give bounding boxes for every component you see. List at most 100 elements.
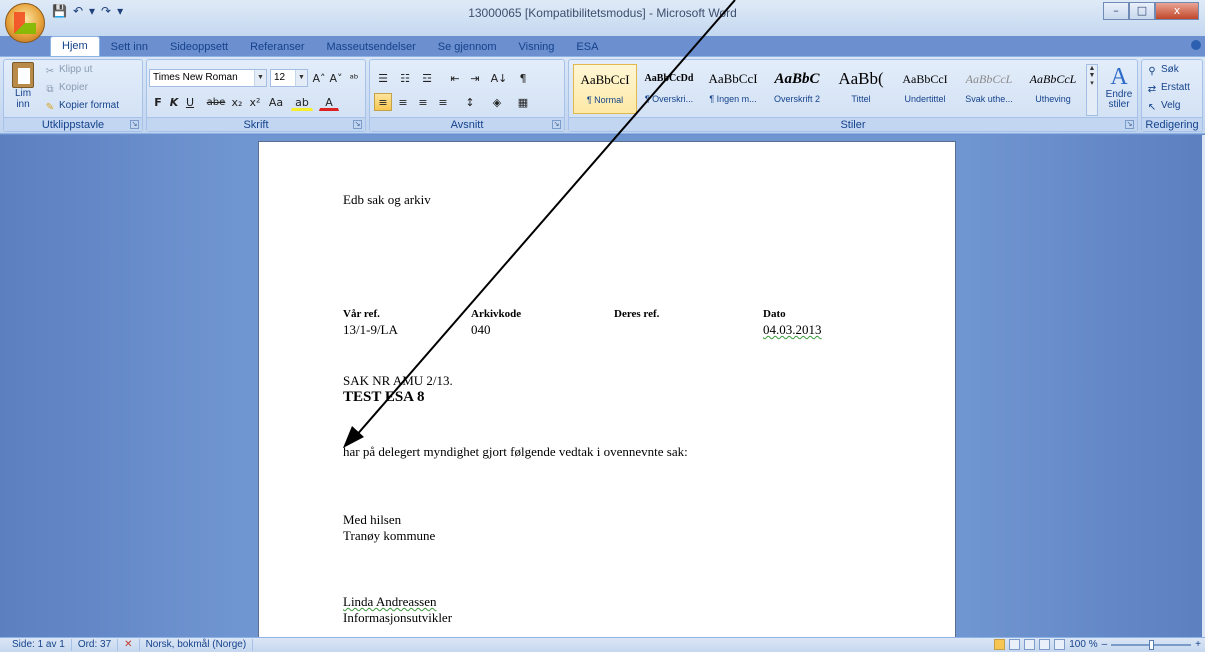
style-subtitle[interactable]: AaBbCcI Undertittel [893,64,957,114]
select-button[interactable]: ↖ Velg [1146,100,1181,114]
change-case-button[interactable]: Aa [265,93,287,111]
font-launcher-icon[interactable]: ↘ [353,120,362,129]
line-spacing-button[interactable]: ↕ [460,93,480,111]
chevron-down-icon: ▼ [254,70,266,86]
copy-button[interactable]: ⧉ Kopier [44,82,87,96]
show-marks-button[interactable]: ¶ [514,69,532,87]
zoom-slider-thumb[interactable] [1149,639,1155,650]
draft-view-icon[interactable] [1054,639,1066,650]
style-normal[interactable]: AaBbCcI ¶ Normal [573,64,637,114]
increase-indent-button[interactable]: ⇥ [466,69,484,87]
help-icon[interactable] [1191,40,1201,50]
zoom-out-button[interactable]: – [1102,639,1108,650]
find-button[interactable]: ⚲ Søk [1146,64,1178,78]
superscript-button[interactable]: x² [247,93,263,111]
outline-view-icon[interactable] [1039,639,1051,650]
maximize-button[interactable]: □ [1129,2,1155,20]
copy-icon: ⧉ [46,84,54,95]
change-styles-button[interactable]: A Endre stiler [1102,64,1136,110]
signer-title: Informasjonsutvikler [343,610,453,625]
minimize-button[interactable]: – [1103,2,1129,20]
style-subtle-emphasis[interactable]: AaBbCcL Svak uthe... [957,64,1021,114]
style-heading-2[interactable]: AaBbC Overskrift 2 [765,64,829,114]
language-status[interactable]: Norsk, bokmål (Norge) [140,639,254,651]
bullets-button[interactable]: ☰ [374,69,392,87]
proofing-icon[interactable]: ✕ [118,639,140,651]
grow-font-button[interactable]: A˄ [311,69,327,87]
align-center-button[interactable]: ≡ [394,93,412,111]
binoculars-icon: ⚲ [1148,66,1156,77]
borders-button[interactable]: ▦ [512,93,534,111]
highlight-button[interactable]: ab [291,93,313,111]
font-name-combo[interactable]: Times New Roman ▼ [149,69,267,87]
subscript-button[interactable]: x₂ [229,93,245,111]
style-sample: AaBbCcI [580,72,630,87]
font-size-combo[interactable]: 12 ▼ [270,69,308,87]
paragraph-launcher-icon[interactable]: ↘ [552,120,561,129]
replace-button[interactable]: ⇄ Erstatt [1146,82,1190,96]
italic-button[interactable]: K [167,93,181,111]
clipboard-launcher-icon[interactable]: ↘ [130,120,139,129]
justify-button[interactable]: ≡ [434,93,452,111]
document-area[interactable]: Edb sak og arkiv Vår ref. 13/1-9/LA Arki… [0,135,1205,637]
zoom-level[interactable]: 100 % [1069,639,1097,650]
page-count[interactable]: Side: 1 av 1 [6,639,72,651]
style-sample: AaBbCcI [902,72,948,86]
tab-visning[interactable]: Visning [508,38,566,56]
tab-referanser[interactable]: Referanser [239,38,315,56]
close-button[interactable]: x [1155,2,1199,20]
arkivkode-label: Arkivkode [471,308,522,320]
numbering-button[interactable]: ☷ [396,69,414,87]
tab-sideoppsett[interactable]: Sideoppsett [159,38,239,56]
clear-format-button[interactable]: ᵃᵇ [345,69,363,87]
align-left-button[interactable]: ≡ [374,93,392,111]
tab-esa[interactable]: ESA [565,38,609,56]
style-name: ¶ Normal [586,95,624,105]
print-layout-view-icon[interactable] [994,639,1006,650]
format-painter-button[interactable]: ✎ Kopier format [44,100,119,114]
style-sample: AaBbC [774,71,820,87]
shading-button[interactable]: ◈ [486,93,508,111]
document-page[interactable]: Edb sak og arkiv Vår ref. 13/1-9/LA Arki… [258,141,956,637]
style-title[interactable]: AaBb( Tittel [829,64,893,114]
style-name: Svak uthe... [965,94,1013,104]
zoom-slider[interactable] [1111,639,1192,650]
strikethrough-button[interactable]: abe [205,93,227,111]
office-button[interactable] [5,3,45,43]
editing-group-label: Redigering [1142,117,1202,131]
zoom-in-button[interactable]: + [1195,639,1201,650]
clipboard-group-label: Utklippstavle [4,117,142,131]
body-text: har på delegert myndighet gjort følgende… [343,444,688,459]
change-styles-label-2: stiler [1108,99,1130,110]
decrease-indent-button[interactable]: ⇤ [446,69,464,87]
word-count[interactable]: Ord: 37 [72,639,119,651]
full-screen-view-icon[interactable] [1009,639,1021,650]
tab-masseutsendelser[interactable]: Masseutsendelser [316,38,427,56]
style-sample: AaBbCcL [1029,72,1077,86]
tab-sett-inn[interactable]: Sett inn [100,38,159,56]
align-right-button[interactable]: ≡ [414,93,432,111]
styles-launcher-icon[interactable]: ↘ [1125,120,1134,129]
style-name: ¶ Overskri... [644,94,694,104]
window-title: 13000065 [Kompatibilitetsmodus] - Micros… [468,6,737,20]
var-ref-value: 13/1-9/LA [343,322,398,337]
style-emphasis[interactable]: AaBbCcL Utheving [1021,64,1085,114]
title-bar: 💾 ↶ ▾ ↷ ▾ 13000065 [Kompatibilitetsmodus… [0,0,1205,43]
style-no-spacing[interactable]: AaBbCcI ¶ Ingen m... [701,64,765,114]
paste-button[interactable]: Lim inn [8,62,38,116]
cut-button[interactable]: ✂ Klipp ut [44,64,93,78]
brush-icon: ✎ [45,102,55,113]
shrink-font-button[interactable]: A˅ [328,69,344,87]
bold-button[interactable]: F [151,93,165,111]
tab-hjem[interactable]: Hjem [50,36,100,56]
style-heading-1[interactable]: AaBbCcDd ¶ Overskri... [637,64,701,114]
window-controls: – □ x [1103,2,1199,20]
format-painter-label: Kopier format [59,100,120,111]
sort-button[interactable]: A↓ [488,69,510,87]
font-color-button[interactable]: A [319,93,339,111]
styles-gallery-scroll[interactable]: ▲ ▼ ▾ [1086,64,1098,116]
web-layout-view-icon[interactable] [1024,639,1036,650]
tab-se-gjennom[interactable]: Se gjennom [427,38,508,56]
underline-button[interactable]: U [183,93,197,111]
multilevel-list-button[interactable]: ☲ [418,69,436,87]
